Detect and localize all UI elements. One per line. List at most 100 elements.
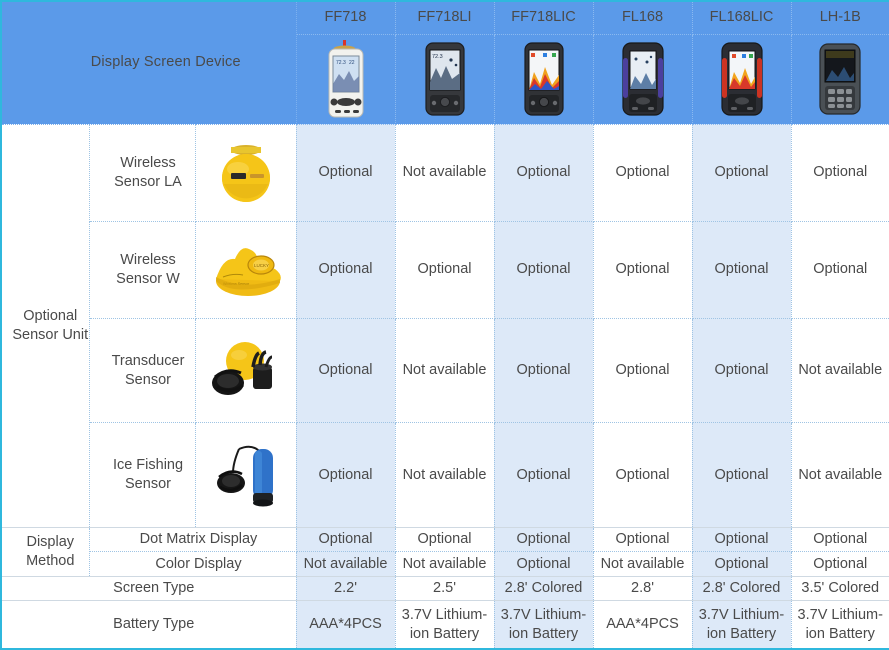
cell-value: 2.2': [295, 575, 396, 602]
cell-value: Optional: [493, 526, 594, 553]
cell-value: Not available: [790, 317, 889, 424]
row-label-screen-type: Screen Type: [0, 575, 297, 602]
cell-value: Not available: [295, 551, 396, 577]
cell-value: 3.7V Lithium-ion Battery: [394, 600, 495, 650]
sub-label-ice-fishing-sensor: Ice Fishing Sensor: [88, 422, 196, 528]
column-header-model-3[interactable]: FL168: [592, 0, 693, 35]
cell-value: 2.8': [592, 575, 693, 602]
device-photo-cell-fl168: [592, 33, 693, 125]
fishfinder-fl168lic-photo: [720, 42, 763, 116]
fishfinder-fl168-photo: [621, 42, 664, 116]
sensor-image-cell-wireless-sensor-la: [194, 123, 297, 222]
device-photo-cell-ff718: 72.3 22: [295, 33, 396, 125]
cell-value: Optional: [790, 526, 889, 553]
product-comparison-table: Display Screen Device FF718 FF718LI FF71…: [0, 0, 889, 650]
table-row: Color Display Not available Not availabl…: [1, 551, 889, 577]
cell-value: 2.8' Colored: [691, 575, 792, 602]
cell-value: Optional: [691, 317, 792, 424]
cell-value: 3.5' Colored: [790, 575, 889, 602]
cell-value: Optional: [493, 220, 594, 319]
cell-value: Optional: [691, 123, 792, 222]
cell-value: 3.7V Lithium-ion Battery: [790, 600, 889, 650]
cell-value: Not available: [394, 317, 495, 424]
cell-value: Optional: [691, 526, 792, 553]
cell-value: 2.5': [394, 575, 495, 602]
row-label-battery-type: Battery Type: [0, 600, 297, 650]
cell-value: Optional: [592, 220, 693, 319]
device-photo-cell-lh1b: [790, 33, 889, 125]
table-row: Transducer Sensor Optional Not available…: [1, 317, 889, 424]
device-photo-cell-fl168lic: [691, 33, 792, 125]
sub-label-wireless-sensor-la: Wireless Sensor LA: [88, 123, 196, 222]
table-row: Battery Type AAA*4PCS 3.7V Lithium-ion B…: [0, 600, 889, 650]
column-header-model-5[interactable]: LH-1B: [790, 0, 889, 35]
cell-value: Optional: [592, 526, 693, 553]
cell-value: Optional: [592, 123, 693, 222]
sub-label-wireless-sensor-w: Wireless Sensor W: [88, 220, 196, 319]
cell-value: Optional: [493, 551, 594, 577]
cell-value: Optional: [691, 220, 792, 319]
table-row: Display Method Dot Matrix Display Option…: [0, 526, 889, 577]
cell-value: Not available: [790, 422, 889, 528]
cell-value: 2.8' Colored: [493, 575, 594, 602]
page-title: Display Screen Device: [0, 0, 297, 125]
cell-value: Optional: [295, 422, 396, 528]
cell-value: Optional: [493, 123, 594, 222]
cell-value: Optional: [691, 551, 792, 577]
cell-value: Optional: [790, 551, 889, 577]
column-header-model-2[interactable]: FF718LIC: [493, 0, 594, 35]
cell-value: AAA*4PCS: [295, 600, 396, 650]
fishfinder-lh1b-photo: [819, 43, 861, 115]
sub-label-dot-matrix-display: Dot Matrix Display: [88, 526, 297, 553]
table-row: Wireless Sensor W LUCKY Wireless Sensor …: [1, 220, 889, 319]
cell-value: Optional: [790, 220, 889, 319]
sensor-image-cell-transducer-sensor: [194, 317, 297, 424]
cell-value: Optional: [592, 422, 693, 528]
group-label-display-method: Display Method: [0, 527, 90, 577]
device-photo-cell-ff718lic: [493, 33, 594, 125]
svg-text:LUCKY: LUCKY: [254, 263, 269, 268]
column-header-model-0[interactable]: FF718: [295, 0, 396, 35]
cell-value: Optional: [295, 526, 396, 553]
cell-value: Optional: [295, 220, 396, 319]
cell-value: Optional: [592, 317, 693, 424]
cell-value: AAA*4PCS: [592, 600, 693, 650]
cell-value: Optional: [394, 220, 495, 319]
cell-value: Optional: [295, 123, 396, 222]
sub-label-color-display: Color Display: [88, 551, 297, 577]
cell-value: Not available: [592, 551, 693, 577]
fishfinder-ff718-photo: 72.3 22: [328, 40, 363, 118]
device-photo-cell-ff718li: 72.3: [394, 33, 495, 125]
cell-value: 3.7V Lithium-ion Battery: [691, 600, 792, 650]
svg-text:22: 22: [349, 60, 355, 66]
cell-value: Optional: [295, 317, 396, 424]
sensor-image-cell-ice-fishing-sensor: [194, 422, 297, 528]
cell-value: 3.7V Lithium-ion Battery: [493, 600, 594, 650]
cell-value: Not available: [394, 551, 495, 577]
header-model-row: Display Screen Device FF718 FF718LI FF71…: [0, 0, 889, 125]
cell-value: Optional: [493, 422, 594, 528]
column-header-model-4[interactable]: FL168LIC: [691, 0, 792, 35]
cell-value: Optional: [691, 422, 792, 528]
wireless-sensor-w-photo: LUCKY Wireless Sensor: [215, 247, 281, 296]
table-row: Ice Fishing Sensor Optional Not availabl…: [1, 422, 889, 528]
table-row: Optional Sensor Unit Wireless Sensor LA …: [0, 123, 889, 528]
svg-text:72.3: 72.3: [336, 60, 346, 66]
transducer-sensor-photo: [211, 341, 272, 395]
column-header-model-1[interactable]: FF718LI: [394, 0, 495, 35]
table-row: Screen Type 2.2' 2.5' 2.8' Colored 2.8' …: [0, 575, 889, 602]
comparison-table-container: Display Screen Device FF718 FF718LI FF71…: [0, 0, 889, 650]
cell-value: Not available: [394, 123, 495, 222]
cell-value: Optional: [394, 526, 495, 553]
sub-label-transducer-sensor: Transducer Sensor: [88, 317, 196, 424]
cell-value: Not available: [394, 422, 495, 528]
cell-value: Optional: [790, 123, 889, 222]
ice-fishing-sensor-photo: [216, 445, 273, 507]
wireless-sensor-la-photo: [221, 144, 270, 202]
cell-value: Optional: [493, 317, 594, 424]
svg-text:72.3: 72.3: [432, 54, 443, 60]
group-label-optional-sensor-unit: Optional Sensor Unit: [0, 123, 90, 528]
fishfinder-ff718lic-photo: [523, 42, 564, 116]
sensor-image-cell-wireless-sensor-w: LUCKY Wireless Sensor: [194, 220, 297, 319]
fishfinder-ff718li-photo: 72.3: [424, 42, 465, 116]
